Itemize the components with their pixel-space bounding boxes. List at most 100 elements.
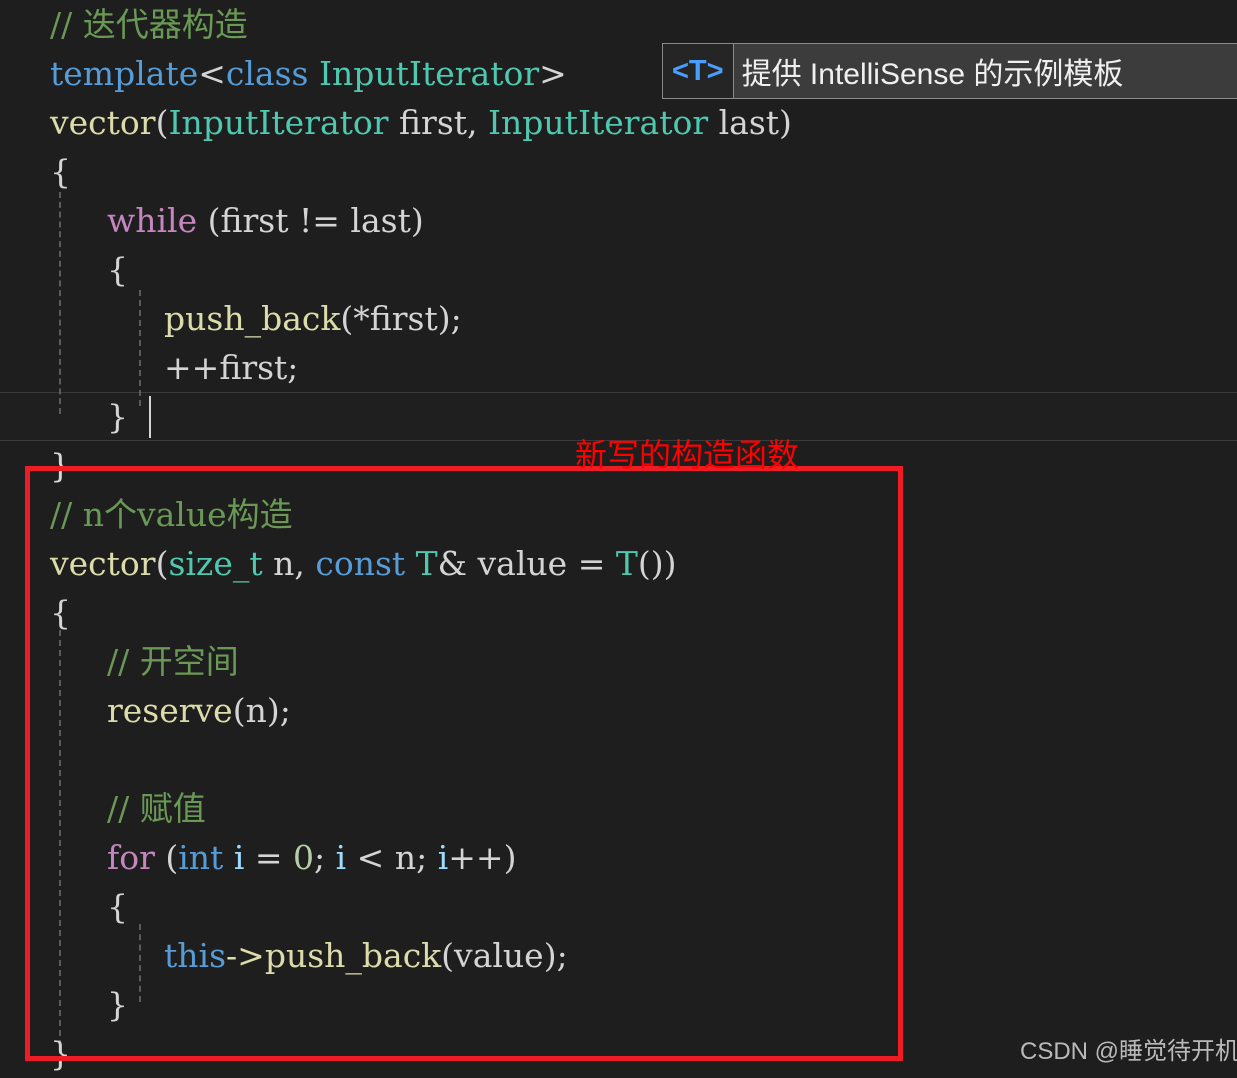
code-token: = [567, 544, 616, 583]
code-token: T [415, 544, 438, 583]
code-token: { [107, 250, 128, 289]
code-token: ( [197, 201, 221, 240]
code-line[interactable]: } [0, 980, 1237, 1029]
tooltip-description: 提供 IntelliSense 的示例模板 [741, 58, 1124, 91]
code-token: } [107, 397, 128, 436]
csdn-watermark: CSDN @睡觉待开机 [1020, 1038, 1237, 1065]
code-line[interactable]: // 迭代器构造 [0, 0, 1237, 49]
code-token: ( [155, 103, 169, 142]
code-token: ( [154, 838, 179, 877]
code-token: for [107, 838, 155, 877]
code-token: value [467, 544, 568, 583]
code-token: // 迭代器构造 [50, 5, 248, 44]
code-token: , [294, 544, 316, 583]
code-token: first [220, 201, 289, 240]
code-token: // 赋值 [107, 789, 206, 828]
code-token: i [233, 838, 245, 877]
code-token: -> [226, 936, 265, 975]
code-token: { [50, 593, 71, 632]
code-line[interactable]: // 赋值 [0, 784, 1237, 833]
code-line[interactable]: ++first; [0, 343, 1237, 392]
code-token: last [350, 201, 411, 240]
code-token: push_back [264, 936, 442, 975]
code-token: i [437, 838, 449, 877]
annotation-label: 新写的构造函数 [575, 437, 800, 473]
code-line[interactable] [0, 735, 1237, 784]
code-token: , [467, 103, 489, 142]
code-token: first [219, 348, 288, 387]
code-token: ); [437, 299, 462, 338]
code-line[interactable]: reserve(n); [0, 686, 1237, 735]
code-token: // 开空间 [107, 642, 239, 681]
code-token: ); [543, 936, 568, 975]
code-line[interactable]: push_back(*first); [0, 294, 1237, 343]
code-token: { [50, 152, 71, 191]
code-token: < [198, 54, 226, 93]
code-token: & [437, 544, 468, 583]
code-token: vector [50, 544, 156, 583]
code-token: < [346, 838, 395, 877]
code-token: = [244, 838, 294, 877]
code-token: first [388, 103, 468, 142]
code-line[interactable]: { [0, 147, 1237, 196]
code-token: n [245, 691, 267, 730]
code-token: } [50, 446, 71, 485]
code-token: ; [416, 838, 438, 877]
code-token: int [178, 838, 224, 877]
code-line[interactable]: for (int i = 0; i < n; i++) [0, 833, 1237, 882]
code-token: first [369, 299, 438, 338]
code-token: while [107, 201, 198, 240]
code-token: reserve [107, 691, 233, 730]
code-token: InputIterator [318, 54, 540, 93]
code-token: // n个value构造 [50, 495, 293, 534]
code-line[interactable]: { [0, 245, 1237, 294]
code-token: > [539, 54, 567, 93]
code-line[interactable]: // n个value构造 [0, 490, 1237, 539]
code-token: T [615, 544, 638, 583]
code-token: n [394, 838, 417, 877]
code-line[interactable]: // 开空间 [0, 637, 1237, 686]
code-line[interactable]: { [0, 882, 1237, 931]
code-token: } [50, 1034, 71, 1073]
code-token: ++) [448, 838, 517, 877]
code-line[interactable]: this->push_back(value); [0, 931, 1237, 980]
code-token: } [107, 985, 128, 1024]
code-token: push_back [164, 299, 341, 338]
code-editor[interactable]: // 迭代器构造 template<class InputIterator> vec… [0, 0, 1237, 1073]
code-token: { [107, 887, 128, 926]
code-token: InputIterator [488, 103, 709, 142]
code-token: class [225, 54, 309, 93]
code-token: ( [155, 544, 169, 583]
code-token: this [164, 936, 227, 975]
code-token: ; [287, 348, 299, 387]
code-token: template [50, 54, 199, 93]
code-token: ( [232, 691, 246, 730]
code-token: ) [410, 201, 424, 240]
code-token: (* [340, 299, 370, 338]
code-token: != [288, 201, 351, 240]
code-token: i [335, 838, 347, 877]
code-token: ( [441, 936, 455, 975]
code-token: InputIterator [168, 103, 389, 142]
code-token: ); [266, 691, 291, 730]
tooltip-template-tag: <T> [663, 44, 734, 98]
code-token: size_t [168, 544, 263, 583]
code-token: value [454, 936, 544, 975]
code-token: const [315, 544, 406, 583]
code-token: ++ [164, 348, 220, 387]
intellisense-tooltip: <T> 提供 IntelliSense 的示例模板 [662, 43, 1237, 99]
code-token: 0 [293, 838, 315, 877]
text-caret [149, 396, 151, 438]
code-token: last [708, 103, 780, 142]
code-token: n [262, 544, 295, 583]
code-token: ()) [637, 544, 677, 583]
code-line[interactable]: { [0, 588, 1237, 637]
code-token: ; [314, 838, 336, 877]
code-line[interactable]: vector(InputIterator first, InputIterato… [0, 98, 1237, 147]
code-line[interactable]: while (first != last) [0, 196, 1237, 245]
code-line[interactable]: vector(size_t n, const T& value = T()) [0, 539, 1237, 588]
code-token: ) [779, 103, 792, 142]
